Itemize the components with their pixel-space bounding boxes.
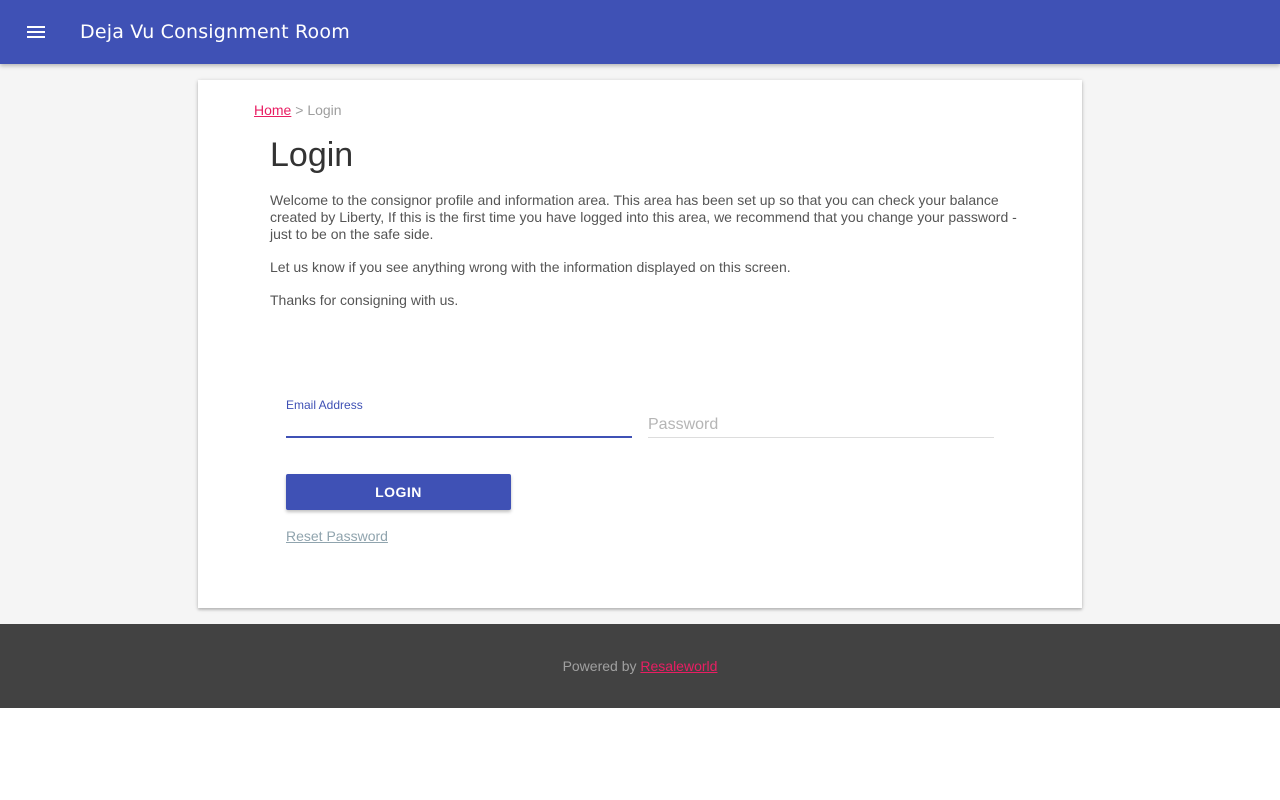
intro-paragraph: Thanks for consigning with us.	[270, 292, 459, 308]
footer-text: Powered by Resaleworld	[0, 624, 1280, 708]
password-field-container	[648, 396, 994, 438]
password-field-underline	[648, 437, 994, 438]
password-field[interactable]	[648, 414, 994, 436]
email-field-label: Email Address	[286, 398, 363, 412]
page-title: Login	[270, 136, 354, 174]
email-field[interactable]	[286, 414, 632, 436]
reset-password-link[interactable]: Reset Password	[286, 528, 388, 544]
app-title: Deja Vu Consignment Room	[80, 21, 350, 43]
login-card: Home > Login Login Welcome to the consig…	[198, 80, 1082, 608]
powered-by-text: Powered by	[562, 658, 637, 674]
app-bar: Deja Vu Consignment Room	[0, 0, 1280, 64]
intro-paragraph: Let us know if you see anything wrong wi…	[270, 259, 791, 275]
menu-button[interactable]	[16, 12, 56, 52]
footer: Powered by Resaleworld	[0, 624, 1280, 708]
breadcrumb-home-link[interactable]: Home	[254, 102, 291, 118]
breadcrumb-current: Login	[307, 102, 342, 118]
email-field-underline	[286, 436, 632, 438]
login-button[interactable]: LOGIN	[286, 474, 511, 510]
resaleworld-link[interactable]: Resaleworld	[640, 658, 717, 674]
menu-icon	[27, 26, 45, 38]
intro-text: Welcome to the consignor profile and inf…	[270, 192, 1020, 325]
breadcrumb-separator: >	[295, 102, 304, 118]
email-field-container: Email Address	[286, 396, 632, 438]
breadcrumb: Home > Login	[254, 102, 342, 118]
intro-paragraph: Welcome to the consignor profile and inf…	[270, 192, 1017, 242]
